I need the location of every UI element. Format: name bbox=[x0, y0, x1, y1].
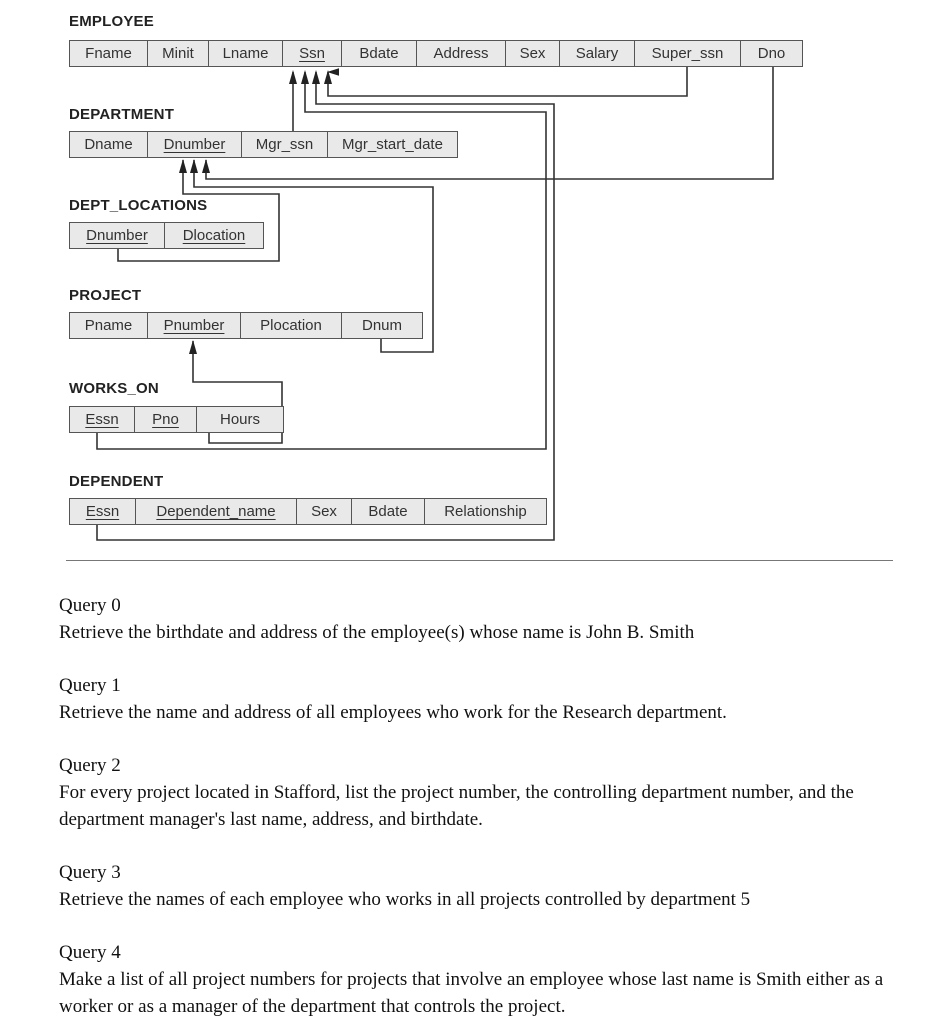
attribute-label: Bdate bbox=[359, 45, 399, 62]
attribute-cell: Salary bbox=[560, 41, 635, 66]
attribute-cell: Lname bbox=[209, 41, 283, 66]
attribute-cell: Bdate bbox=[342, 41, 417, 66]
attribute-cell: Bdate bbox=[352, 499, 425, 524]
attribute-label: Dno bbox=[757, 45, 786, 62]
attribute-cell: Dname bbox=[70, 132, 148, 157]
works-on-title: WORKS_ON bbox=[69, 380, 159, 397]
dept-locations-table: Dnumber Dlocation bbox=[69, 222, 264, 249]
query-text: Retrieve the name and address of all emp… bbox=[59, 702, 727, 723]
query-1: Query 1 Retrieve the name and address of … bbox=[59, 672, 727, 726]
query-4: Query 4 Make a list of all project number… bbox=[59, 939, 909, 1020]
attribute-cell: Sex bbox=[297, 499, 352, 524]
attribute-label: Relationship bbox=[444, 503, 527, 520]
attribute-label: Pnumber bbox=[163, 317, 225, 334]
attribute-label: Salary bbox=[575, 45, 619, 62]
attribute-label: Minit bbox=[162, 45, 194, 62]
arrowhead bbox=[202, 159, 210, 173]
attribute-label: Lname bbox=[222, 45, 269, 62]
arrowhead bbox=[289, 70, 297, 84]
attribute-cell: Pname bbox=[70, 313, 148, 338]
attribute-label: Sex bbox=[519, 45, 546, 62]
project-title: PROJECT bbox=[69, 287, 142, 304]
attribute-label: Essn bbox=[85, 503, 120, 520]
employee-table: Fname Minit Lname Ssn Bdate Address Sex Salary S… bbox=[69, 40, 803, 67]
attribute-cell: Dnum bbox=[342, 313, 422, 338]
attribute-cell: Dependent_name bbox=[136, 499, 297, 524]
attribute-label: Dlocation bbox=[182, 227, 246, 244]
query-title: Query 1 bbox=[59, 675, 121, 696]
attribute-label: Dnum bbox=[361, 317, 402, 334]
attribute-cell: Pnumber bbox=[148, 313, 241, 338]
attribute-label: Sex bbox=[311, 503, 337, 520]
project-table: Pname Pnumber Plocation Dnum bbox=[69, 312, 423, 339]
fk-super-ssn bbox=[328, 67, 688, 97]
query-text: For every project located in Stafford, l… bbox=[59, 782, 854, 830]
query-3: Query 3 Retrieve the names of each employ… bbox=[59, 859, 750, 913]
attribute-label: Mgr_start_date bbox=[342, 136, 443, 153]
arrowhead bbox=[312, 70, 320, 84]
department-title: DEPARTMENT bbox=[69, 106, 175, 123]
query-text: Retrieve the birthdate and address of th… bbox=[59, 622, 695, 643]
attribute-label: Dname bbox=[84, 136, 133, 153]
arrowhead bbox=[301, 70, 309, 84]
query-text: Make a list of all project numbers for p… bbox=[59, 969, 884, 1017]
attribute-label: Fname bbox=[85, 45, 132, 62]
attribute-cell: Dnumber bbox=[70, 223, 165, 248]
dependent-title: DEPENDENT bbox=[69, 473, 164, 490]
attribute-cell: Ssn bbox=[283, 41, 342, 66]
dept-locations-title: DEPT_LOCATIONS bbox=[69, 197, 208, 214]
query-title: Query 3 bbox=[59, 862, 121, 883]
attribute-cell: Minit bbox=[148, 41, 209, 66]
attribute-label: Dnumber bbox=[163, 136, 226, 153]
dependent-table: Essn Dependent_name Sex Bdate Relationship bbox=[69, 498, 547, 525]
attribute-cell: Fname bbox=[70, 41, 148, 66]
attribute-label: Address bbox=[433, 45, 489, 62]
query-0: Query 0 Retrieve the birthdate and addres… bbox=[59, 592, 694, 646]
employee-title: EMPLOYEE bbox=[69, 13, 154, 30]
attribute-label: Dependent_name bbox=[156, 503, 276, 520]
attribute-cell: Mgr_ssn bbox=[242, 132, 328, 157]
attribute-label: Hours bbox=[219, 411, 260, 428]
attribute-label: Plocation bbox=[260, 317, 322, 334]
attribute-cell: Dnumber bbox=[148, 132, 242, 157]
attribute-label: Pname bbox=[84, 317, 133, 334]
attribute-cell: Super_ssn bbox=[635, 41, 741, 66]
attribute-label: Pno bbox=[152, 411, 179, 428]
department-table: Dname Dnumber Mgr_ssn Mgr_start_date bbox=[69, 131, 458, 158]
query-title: Query 4 bbox=[59, 942, 121, 963]
works-on-table: Essn Pno Hours bbox=[69, 406, 284, 433]
arrowhead bbox=[190, 159, 198, 173]
query-2: Query 2 For every project located in Staf… bbox=[59, 752, 909, 833]
attribute-label: Mgr_ssn bbox=[255, 136, 314, 153]
attribute-cell: Pno bbox=[135, 407, 197, 432]
attribute-cell: Dno bbox=[741, 41, 802, 66]
attribute-cell: Essn bbox=[70, 499, 136, 524]
divider bbox=[66, 560, 893, 561]
attribute-label: Bdate bbox=[368, 503, 408, 520]
attribute-cell: Address bbox=[417, 41, 506, 66]
attribute-label: Dnumber bbox=[86, 227, 148, 244]
attribute-cell: Mgr_start_date bbox=[328, 132, 457, 157]
arrowhead bbox=[189, 340, 197, 354]
attribute-cell: Essn bbox=[70, 407, 135, 432]
query-title: Query 2 bbox=[59, 755, 121, 776]
attribute-label: Super_ssn bbox=[651, 45, 724, 62]
attribute-cell: Sex bbox=[506, 41, 560, 66]
attribute-label: Essn bbox=[85, 411, 119, 428]
attribute-label: Ssn bbox=[299, 45, 325, 62]
arrowhead bbox=[324, 70, 332, 84]
query-text: Retrieve the names of each employee who … bbox=[59, 889, 751, 910]
arrowhead bbox=[179, 159, 187, 173]
attribute-cell: Hours bbox=[197, 407, 283, 432]
attribute-cell: Relationship bbox=[425, 499, 546, 524]
attribute-cell: Plocation bbox=[241, 313, 342, 338]
query-title: Query 0 bbox=[59, 595, 121, 616]
attribute-cell: Dlocation bbox=[165, 223, 263, 248]
